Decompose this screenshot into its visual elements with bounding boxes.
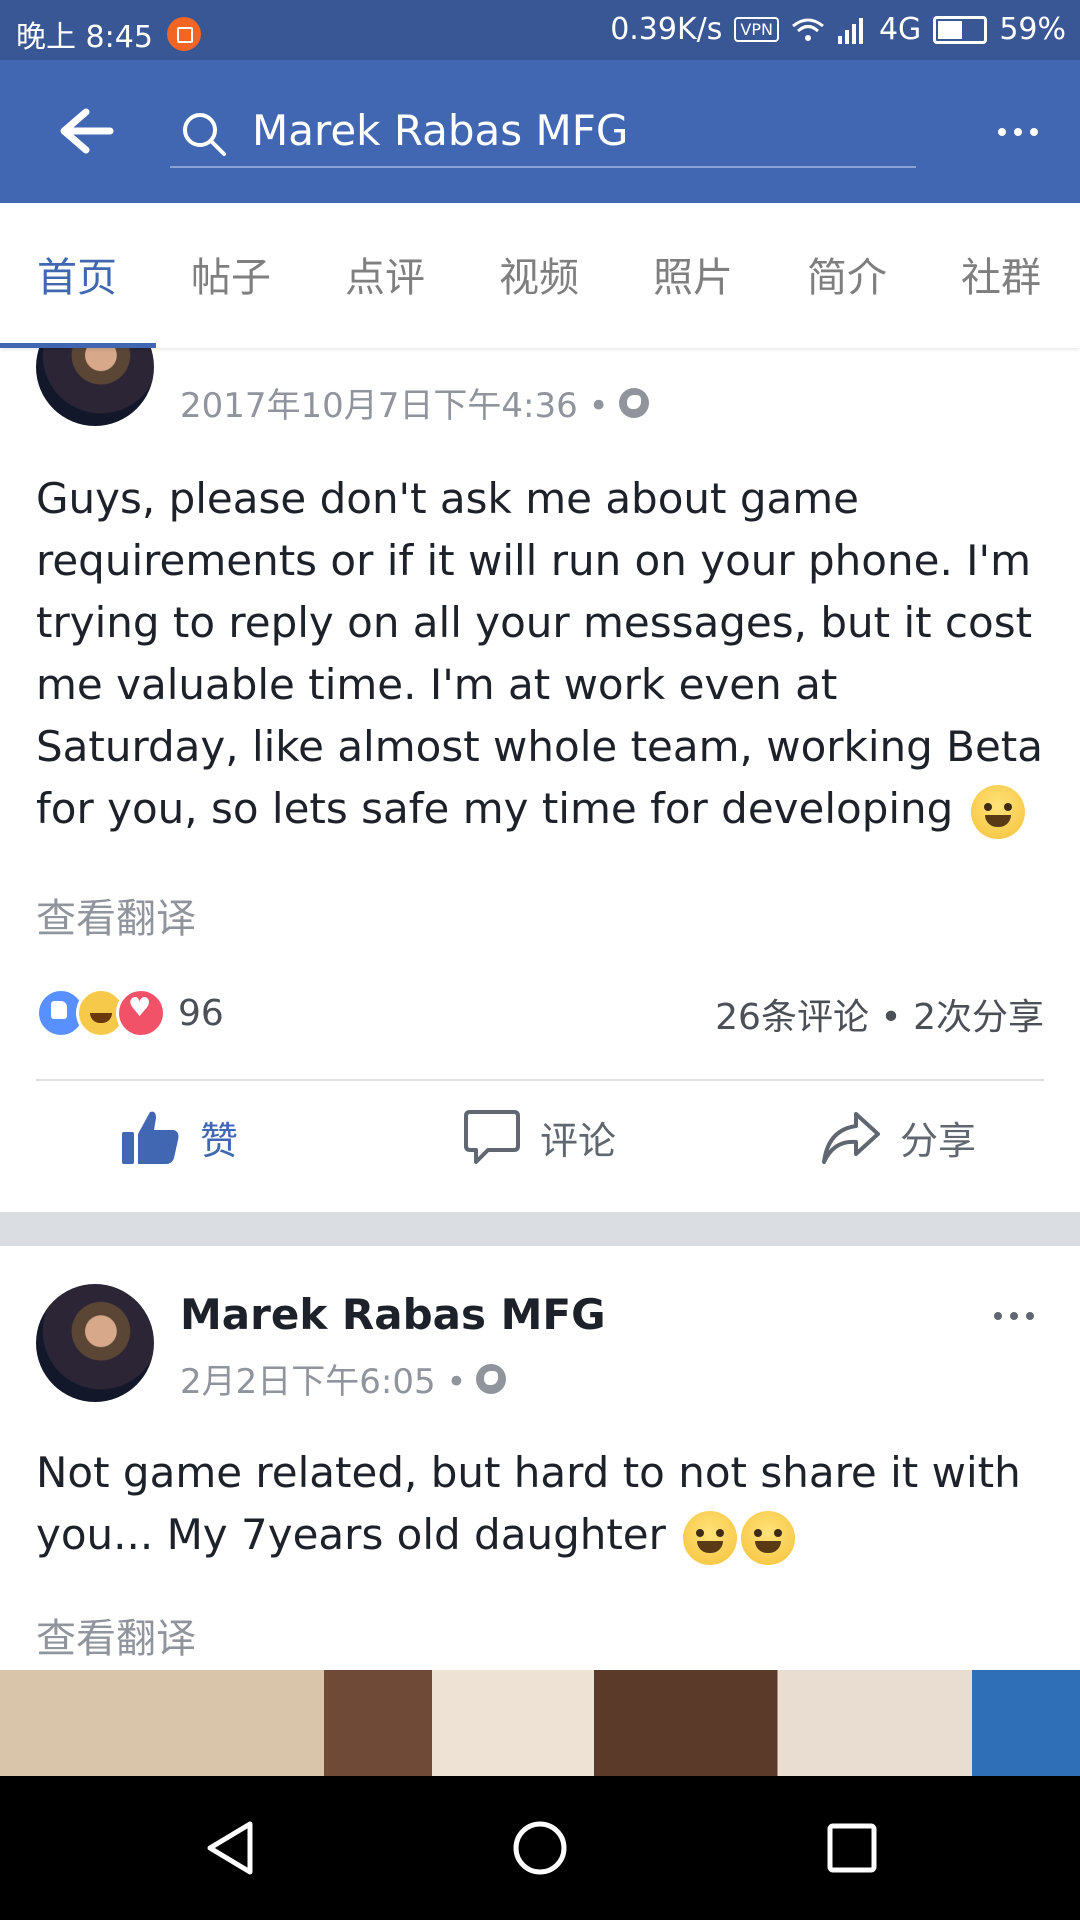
post-body: Guys, please don't ask me about game req…	[36, 468, 1046, 840]
post-author[interactable]: Marek Rabas MFG	[180, 348, 606, 357]
battery-icon	[933, 15, 988, 44]
grin-emoji-icon	[683, 1510, 738, 1565]
divider	[36, 1079, 1044, 1081]
nav-back-icon[interactable]	[200, 1818, 260, 1878]
feed[interactable]: Marek Rabas MFG 2017年10月7日下午4:36 • Guys,…	[0, 348, 1080, 1776]
comment-label: 评论	[540, 1118, 617, 1163]
network-type: 4G	[878, 12, 922, 47]
search-icon	[183, 113, 226, 156]
signal-icon	[837, 17, 863, 44]
share-button[interactable]: 分享	[820, 1108, 976, 1166]
post-options-icon[interactable]	[994, 1312, 1034, 1320]
status-bar: 晚上 8:45 0.39K/s VPN 4G 59%	[0, 0, 1080, 60]
post-photo[interactable]	[0, 1670, 1080, 1776]
reactions-summary[interactable]: 96	[36, 988, 224, 1038]
post-time: 2月2日下午6:05 •	[180, 1362, 467, 1402]
grin-emoji-icon	[741, 1510, 796, 1565]
see-translation-link[interactable]: 查看翻译	[36, 1606, 196, 1664]
nav-recents-icon[interactable]	[822, 1818, 882, 1878]
share-arrow-icon	[822, 1112, 880, 1164]
reaction-count: 96	[178, 992, 224, 1034]
status-time: 晚上 8:45	[16, 20, 153, 55]
thumbs-up-icon	[122, 1111, 179, 1164]
avatar[interactable]	[36, 1284, 154, 1402]
tab-photos[interactable]: 照片	[616, 203, 770, 348]
like-label: 赞	[200, 1118, 239, 1163]
page-tabs: 首页 帖子 点评 视频 照片 简介 社群	[0, 203, 1080, 348]
notification-icon	[166, 17, 201, 51]
back-arrow-icon[interactable]	[56, 106, 116, 156]
network-speed: 0.39K/s	[610, 12, 723, 47]
tab-about[interactable]: 简介	[770, 203, 924, 348]
tab-home[interactable]: 首页	[0, 203, 156, 348]
comment-button[interactable]: 评论	[462, 1108, 616, 1166]
vpn-icon: VPN	[734, 17, 779, 42]
wink-emoji-icon	[970, 784, 1025, 839]
post-time: 2017年10月7日下午4:36 •	[180, 386, 609, 426]
love-reaction-icon	[116, 988, 166, 1038]
comment-bubble-icon	[464, 1110, 520, 1164]
like-button[interactable]: 赞	[120, 1108, 238, 1166]
search-field[interactable]: Marek Rabas MFG	[170, 96, 916, 168]
more-options-icon[interactable]	[998, 128, 1038, 136]
globe-icon	[476, 1363, 507, 1394]
wifi-icon	[792, 18, 824, 41]
globe-icon	[618, 387, 649, 418]
battery-level: 59%	[999, 12, 1066, 47]
post-body-text: Not game related, but hard to not share …	[36, 1448, 1021, 1559]
avatar[interactable]	[36, 348, 154, 426]
tab-videos[interactable]: 视频	[462, 203, 616, 348]
see-translation-link[interactable]: 查看翻译	[36, 886, 196, 944]
tab-reviews[interactable]: 点评	[308, 203, 462, 348]
post-author[interactable]: Marek Rabas MFG	[180, 1290, 606, 1339]
post-separator	[0, 1212, 1080, 1246]
tab-posts[interactable]: 帖子	[154, 203, 308, 348]
tab-community[interactable]: 社群	[924, 203, 1078, 348]
search-query: Marek Rabas MFG	[252, 106, 629, 155]
post-body-text: Guys, please don't ask me about game req…	[36, 474, 1044, 833]
nav-home-icon[interactable]	[510, 1818, 570, 1878]
post-body: Not game related, but hard to not share …	[36, 1442, 1046, 1566]
post-timestamp: 2017年10月7日下午4:36 •	[180, 378, 649, 427]
comments-shares-count[interactable]: 26条评论 • 2次分享	[715, 988, 1044, 1040]
share-label: 分享	[900, 1118, 977, 1163]
system-nav-bar	[0, 1776, 1080, 1920]
post-timestamp: 2月2日下午6:05 •	[180, 1354, 507, 1403]
top-app-bar: Marek Rabas MFG	[0, 60, 1080, 203]
